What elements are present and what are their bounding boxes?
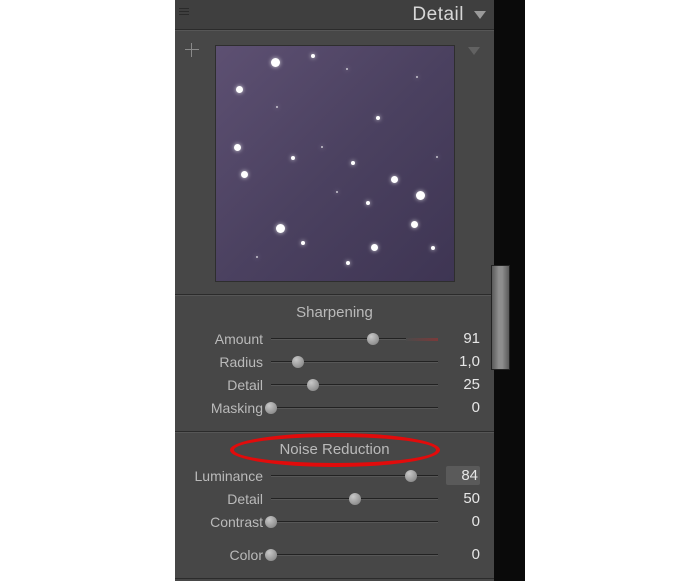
amount-value[interactable]: 91 [446,330,480,347]
slider-knob[interactable] [292,356,304,368]
target-picker-icon[interactable] [185,43,199,57]
chevron-down-icon[interactable] [474,11,486,19]
radius-row: Radius 1,0 [189,350,480,373]
detail-slider[interactable] [271,378,438,392]
contrast-slider[interactable] [271,515,438,529]
slider-knob[interactable] [265,549,277,561]
panel-title: Detail [412,4,464,26]
color-row: Color 0 [189,543,480,566]
radius-label: Radius [189,354,263,370]
amount-label: Amount [189,331,263,347]
luminance-row: Luminance 84 [189,464,480,487]
detail-preview[interactable] [215,45,455,282]
scroll-handle[interactable] [491,265,510,370]
noise-reduction-group: Noise Reduction Luminance 84 Detail 50 C… [175,432,494,579]
amount-row: Amount 91 [189,327,480,350]
radius-value[interactable]: 1,0 [446,353,480,370]
radius-slider[interactable] [271,355,438,369]
slider-knob[interactable] [367,333,379,345]
contrast-row: Contrast 0 [189,510,480,533]
luminance-slider[interactable] [271,469,438,483]
slider-knob[interactable] [265,402,277,414]
slider-knob[interactable] [307,379,319,391]
nr-detail-label: Detail [189,491,263,507]
masking-slider[interactable] [271,401,438,415]
grip-icon [179,8,189,22]
slider-knob[interactable] [405,470,417,482]
contrast-value[interactable]: 0 [446,513,480,530]
masking-label: Masking [189,400,263,416]
slider-knob[interactable] [265,516,277,528]
preview-section [175,30,494,295]
nr-detail-value[interactable]: 50 [446,490,480,507]
color-label: Color [189,547,263,563]
amount-slider[interactable] [271,332,438,346]
slider-knob[interactable] [349,493,361,505]
nr-detail-row: Detail 50 [189,487,480,510]
preview-toggle-icon[interactable] [468,47,480,55]
nr-detail-slider[interactable] [271,492,438,506]
detail-panel: Detail [175,0,494,581]
detail-label: Detail [189,377,263,393]
panel-header[interactable]: Detail [175,0,494,30]
color-value[interactable]: 0 [446,546,480,563]
contrast-label: Contrast [189,514,263,530]
luminance-value[interactable]: 84 [446,466,480,485]
luminance-label: Luminance [189,468,263,484]
color-slider[interactable] [271,548,438,562]
noise-title: Noise Reduction [189,441,480,458]
masking-row: Masking 0 [189,396,480,419]
sharpening-title: Sharpening [189,304,480,321]
detail-value[interactable]: 25 [446,376,480,393]
masking-value[interactable]: 0 [446,399,480,416]
detail-row: Detail 25 [189,373,480,396]
sharpening-group: Sharpening Amount 91 Radius 1,0 Detail 2 [175,295,494,432]
